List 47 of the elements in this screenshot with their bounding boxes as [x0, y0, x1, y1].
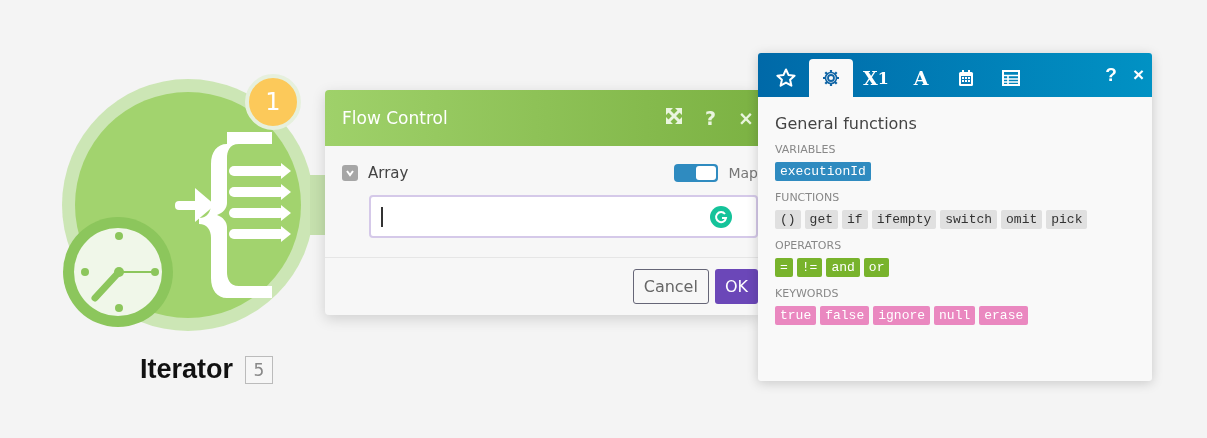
- function-tag[interactable]: null: [934, 306, 976, 325]
- cancel-button[interactable]: Cancel: [632, 269, 709, 304]
- function-tag[interactable]: switch: [940, 210, 998, 229]
- section-heading: KEYWORDS: [775, 287, 840, 300]
- function-tag[interactable]: true: [775, 306, 817, 325]
- close-button[interactable]: ×: [1124, 64, 1152, 86]
- function-tag[interactable]: and: [826, 258, 860, 277]
- ok-button[interactable]: OK: [714, 269, 758, 304]
- function-tag[interactable]: get: [804, 210, 838, 229]
- collapse-toggle[interactable]: [342, 165, 358, 181]
- map-toggle[interactable]: [674, 164, 719, 182]
- function-tag[interactable]: omit: [1001, 210, 1043, 229]
- dialog-title: Flow Control: [342, 108, 449, 128]
- function-tag[interactable]: false: [820, 306, 870, 325]
- function-tag[interactable]: if: [842, 210, 868, 229]
- tab[interactable]: A: [899, 59, 943, 97]
- section-heading: VARIABLES: [775, 143, 837, 156]
- star-icon: [776, 68, 796, 88]
- chevron-icon: [345, 169, 355, 177]
- settings-icon: [821, 68, 841, 88]
- module-id-badge: 5: [245, 355, 274, 384]
- help-button[interactable]: ?: [701, 107, 721, 129]
- help-button[interactable]: ?: [1097, 64, 1125, 86]
- text-cursor: [381, 206, 383, 227]
- function-tag[interactable]: pick: [1046, 210, 1088, 229]
- table-icon: [1001, 68, 1021, 88]
- expand-icon: [665, 107, 684, 125]
- count-badge: 1: [245, 74, 301, 130]
- tab[interactable]: [809, 59, 853, 97]
- panel-title: General functions: [775, 114, 918, 133]
- refresh-icon: [710, 206, 732, 228]
- function-tag[interactable]: !=: [796, 258, 823, 277]
- map-label: Map: [728, 165, 758, 181]
- function-tag[interactable]: ignore: [873, 306, 931, 325]
- function-tag[interactable]: or: [863, 258, 890, 277]
- function-tag[interactable]: erase: [979, 306, 1029, 325]
- section-heading: OPERATORS: [775, 239, 843, 252]
- close-button[interactable]: ×: [734, 107, 758, 129]
- section-heading: FUNCTIONS: [775, 191, 841, 204]
- field-label: Array: [368, 164, 410, 182]
- calendar-icon: [956, 68, 976, 88]
- function-tag[interactable]: executionId: [775, 162, 871, 181]
- function-tag[interactable]: =: [775, 258, 793, 277]
- function-tag[interactable]: (): [775, 210, 801, 229]
- function-tag[interactable]: ifempty: [871, 210, 937, 229]
- array-input-field[interactable]: [369, 195, 758, 238]
- module-label: Iterator: [140, 354, 234, 385]
